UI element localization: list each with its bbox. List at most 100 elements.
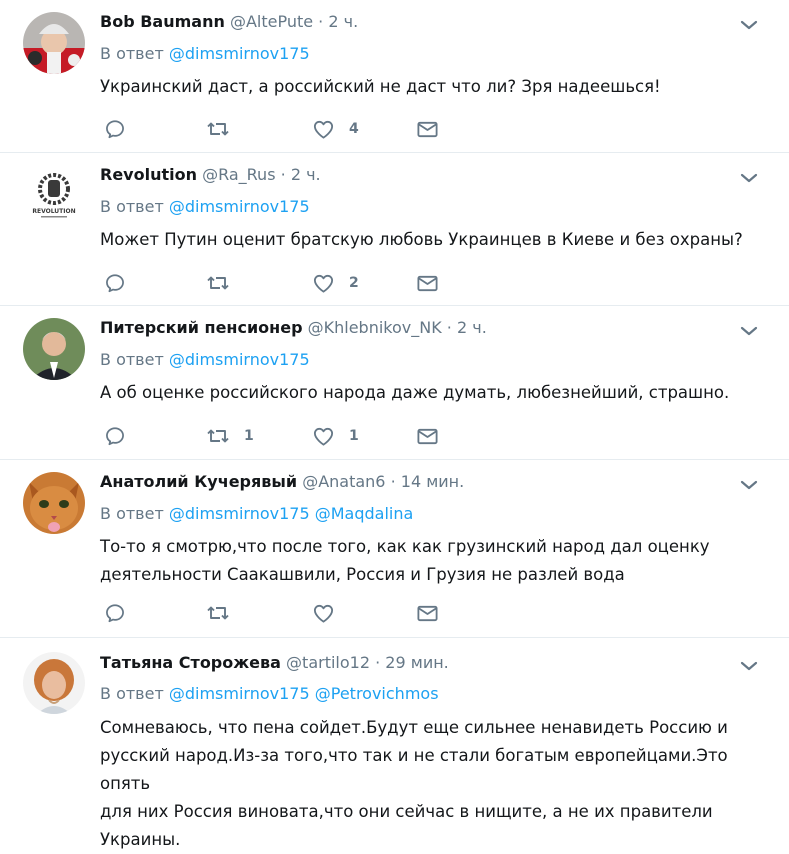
heart-icon — [312, 272, 335, 295]
reply-button[interactable] — [104, 271, 126, 295]
tweet-text: Украинский даст, а российский не даст чт… — [100, 77, 661, 96]
envelope-icon — [416, 118, 439, 141]
reply-button[interactable] — [104, 424, 126, 448]
like-button[interactable]: 1 — [312, 424, 359, 448]
user-handle[interactable]: @Ra_Rus — [202, 165, 275, 184]
retweet-icon — [206, 601, 230, 625]
user-name[interactable]: Анатолий Кучерявый — [100, 472, 297, 491]
action-bar: 2 — [104, 271, 504, 295]
reply-button[interactable] — [104, 117, 126, 141]
dm-button[interactable] — [416, 117, 439, 141]
mention-link[interactable]: @Maqdalina — [315, 504, 414, 523]
tweet[interactable]: Татьяна Сторожева @tartilo12 · 29 мин. В… — [0, 638, 789, 849]
timestamp[interactable]: 2 ч. — [328, 12, 358, 31]
tweet-header: Татьяна Сторожева @tartilo12 · 29 мин. — [100, 653, 449, 673]
user-name[interactable]: Питерский пенсионер — [100, 318, 303, 337]
like-button[interactable]: 2 — [312, 271, 359, 295]
tweet-text: Сомневаюсь, что пена сойдет.Будут еще си… — [100, 714, 770, 854]
retweet-count: 1 — [244, 428, 254, 444]
reply-prefix: В ответ — [100, 197, 164, 216]
reply-context: В ответ @dimsmirnov175 — [100, 350, 310, 370]
heart-icon — [312, 602, 335, 625]
reply-prefix: В ответ — [100, 350, 164, 369]
text-line: То-то я смотрю,что после того, как как г… — [100, 537, 710, 556]
reply-context: В ответ @dimsmirnov175 — [100, 197, 310, 217]
reply-context: В ответ @dimsmirnov175 @Petrovichmos — [100, 684, 439, 704]
like-count: 4 — [349, 121, 359, 137]
user-name[interactable]: Татьяна Сторожева — [100, 653, 281, 672]
like-count: 2 — [349, 275, 359, 291]
avatar-caption: REVOLUTION — [32, 208, 75, 215]
dm-button[interactable] — [416, 601, 439, 625]
reply-icon — [104, 118, 126, 140]
timestamp[interactable]: 29 мин. — [385, 653, 448, 672]
text-line: русский народ.Из-за того,что так и не ст… — [100, 746, 728, 793]
user-handle[interactable]: @tartilo12 — [286, 653, 370, 672]
tweet-header: Revolution @Ra_Rus · 2 ч. — [100, 165, 321, 185]
avatar[interactable] — [23, 472, 85, 534]
separator-dot: · — [280, 165, 286, 184]
tweet-header: Bob Baumann @AltePute · 2 ч. — [100, 12, 358, 32]
tweet[interactable]: Анатолий Кучерявый @Anatan6 · 14 мин. В … — [0, 460, 789, 638]
chevron-down-icon[interactable] — [739, 324, 759, 338]
like-button[interactable]: 4 — [312, 117, 359, 141]
action-bar: 4 — [104, 117, 504, 141]
retweet-icon — [206, 271, 230, 295]
avatar[interactable] — [23, 318, 85, 380]
user-handle[interactable]: @AltePute — [230, 12, 313, 31]
text-line: Сомневаюсь, что пена сойдет.Будут еще си… — [100, 718, 728, 737]
reply-prefix: В ответ — [100, 504, 164, 523]
retweet-button[interactable]: 1 — [206, 424, 254, 448]
text-line: для них Россия виновата,что они сейчас в… — [100, 802, 713, 821]
timestamp[interactable]: 2 ч. — [457, 318, 487, 337]
user-name[interactable]: Bob Baumann — [100, 12, 225, 31]
like-button[interactable] — [312, 601, 335, 625]
tweet[interactable]: Питерский пенсионер @Khlebnikov_NK · 2 ч… — [0, 306, 789, 460]
avatar[interactable] — [23, 12, 85, 74]
mention-link[interactable]: @dimsmirnov175 — [169, 44, 310, 63]
mention-link[interactable]: @Petrovichmos — [315, 684, 439, 703]
reply-icon — [104, 425, 126, 447]
dm-button[interactable] — [416, 424, 439, 448]
tweet-header: Питерский пенсионер @Khlebnikov_NK · 2 ч… — [100, 318, 487, 338]
chevron-down-icon[interactable] — [739, 171, 759, 185]
mention-link[interactable]: @dimsmirnov175 — [169, 504, 310, 523]
timestamp[interactable]: 2 ч. — [291, 165, 321, 184]
avatar[interactable] — [23, 652, 85, 714]
dm-button[interactable] — [416, 271, 439, 295]
retweet-button[interactable] — [206, 601, 230, 625]
mention-link[interactable]: @dimsmirnov175 — [169, 684, 310, 703]
user-handle[interactable]: @Khlebnikov_NK — [308, 318, 442, 337]
reply-icon — [104, 602, 126, 624]
user-name[interactable]: Revolution — [100, 165, 197, 184]
mention-link[interactable]: @dimsmirnov175 — [169, 350, 310, 369]
like-count: 1 — [349, 428, 359, 444]
heart-icon — [312, 425, 335, 448]
retweet-icon — [206, 424, 230, 448]
mention-link[interactable]: @dimsmirnov175 — [169, 197, 310, 216]
separator-dot: · — [318, 12, 324, 31]
timestamp[interactable]: 14 мин. — [401, 472, 464, 491]
reply-prefix: В ответ — [100, 44, 164, 63]
tweet[interactable]: Bob Baumann @AltePute · 2 ч. В ответ @di… — [0, 0, 789, 153]
chevron-down-icon[interactable] — [739, 478, 759, 492]
chevron-down-icon[interactable] — [739, 659, 759, 673]
avatar[interactable]: REVOLUTION — [23, 165, 85, 227]
tweet-text: То-то я смотрю,что после того, как как г… — [100, 533, 770, 589]
reply-prefix: В ответ — [100, 684, 164, 703]
reply-icon — [104, 272, 126, 294]
action-bar: 1 1 — [104, 424, 504, 448]
heart-icon — [312, 118, 335, 141]
separator-dot: · — [390, 472, 396, 491]
reply-button[interactable] — [104, 601, 126, 625]
tweet-text: А об оценке российского народа даже дума… — [100, 383, 730, 402]
chevron-down-icon[interactable] — [739, 18, 759, 32]
text-line: Украины. — [100, 830, 181, 849]
envelope-icon — [416, 272, 439, 295]
envelope-icon — [416, 425, 439, 448]
retweet-button[interactable] — [206, 117, 230, 141]
retweet-button[interactable] — [206, 271, 230, 295]
tweet[interactable]: REVOLUTION Revolution @Ra_Rus · 2 ч. В о… — [0, 153, 789, 306]
separator-dot: · — [446, 318, 452, 337]
user-handle[interactable]: @Anatan6 — [302, 472, 385, 491]
